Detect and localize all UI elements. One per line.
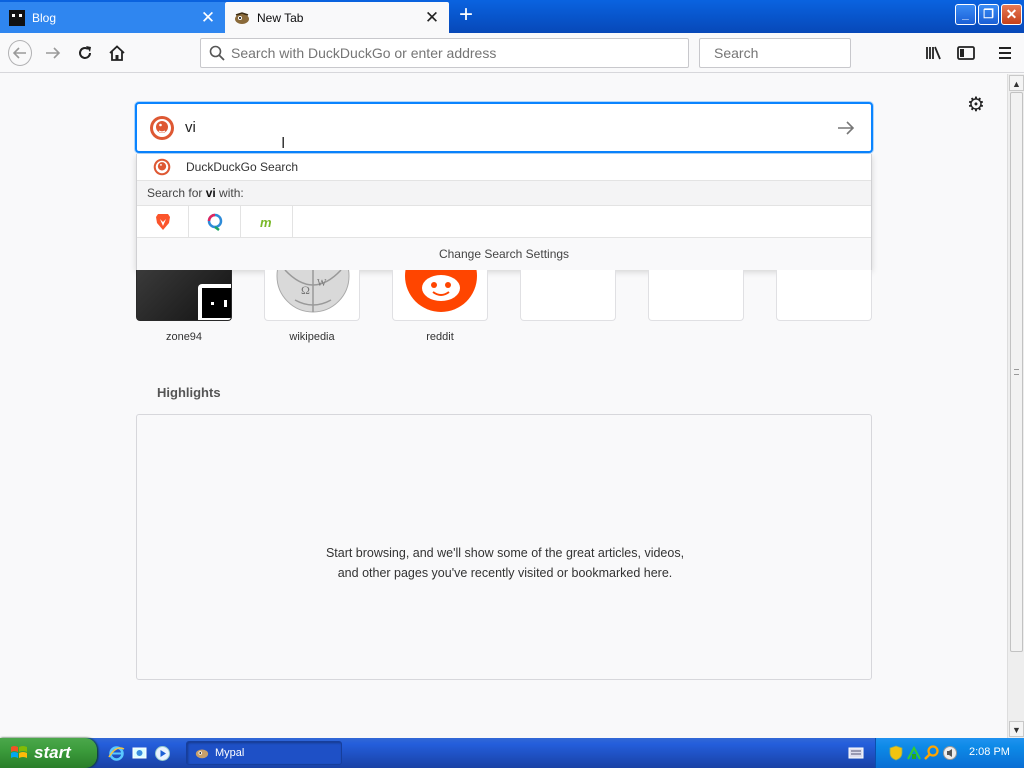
system-tray: 2:08 PM <box>875 738 1024 768</box>
media-player-icon[interactable] <box>154 745 171 762</box>
windows-flag-icon <box>11 746 27 758</box>
svg-text:m: m <box>260 215 272 229</box>
top-site-tile-reddit[interactable] <box>392 270 488 321</box>
start-label: start <box>34 743 71 762</box>
top-site-label: reddit <box>426 331 454 343</box>
search-tray-icon[interactable] <box>924 745 940 761</box>
security-shield-icon[interactable] <box>888 745 904 761</box>
new-tab-button[interactable]: + <box>454 3 478 28</box>
tab-new-tab[interactable]: New Tab ✕ <box>225 2 449 33</box>
highlights-heading: Highlights <box>157 385 221 400</box>
library-icon <box>926 46 941 60</box>
newtab-search-box[interactable]: I <box>135 102 873 153</box>
scroll-up-arrow-icon[interactable]: ▲ <box>1009 75 1024 91</box>
mojeek-icon: m <box>260 215 272 229</box>
close-tab-icon[interactable]: ✕ <box>200 9 216 26</box>
svg-text:Ω: Ω <box>301 283 310 297</box>
tab-title: Blog <box>32 10 57 25</box>
address-bar[interactable] <box>200 38 689 68</box>
address-input[interactable] <box>231 45 688 61</box>
duckduckgo-icon <box>150 115 174 140</box>
navigation-toolbar <box>0 33 1024 73</box>
zone94-logo-icon <box>198 284 231 320</box>
back-arrow-icon <box>13 47 26 59</box>
qwant-icon <box>207 213 222 231</box>
text-cursor-icon: I <box>281 135 286 152</box>
search-for-prefix: Search for <box>147 186 206 200</box>
engine-qwant-button[interactable] <box>189 205 241 238</box>
home-icon <box>109 45 125 61</box>
menu-button[interactable] <box>993 41 1017 65</box>
close-window-button[interactable]: ✕ <box>1001 4 1022 25</box>
search-for-suffix: with: <box>215 186 244 200</box>
blog-favicon-icon <box>9 9 25 26</box>
scroll-down-arrow-icon[interactable]: ▼ <box>1009 721 1024 737</box>
sidebar-icon <box>957 46 975 60</box>
arrow-right-icon <box>838 120 855 135</box>
sidebar-toggle-button[interactable] <box>954 41 978 65</box>
internet-explorer-icon[interactable] <box>108 745 125 762</box>
new-tab-page: ⚙ I DuckDuckGo Search Search for vi with… <box>0 74 1007 738</box>
search-icon <box>209 45 225 61</box>
start-button[interactable]: start <box>0 738 97 768</box>
change-search-settings-button[interactable]: Change Search Settings <box>137 238 871 270</box>
tab-blog[interactable]: Blog ✕ <box>0 2 225 33</box>
tab-title: New Tab <box>257 10 304 25</box>
search-bar[interactable] <box>699 38 895 68</box>
svg-text:W: W <box>317 278 327 289</box>
search-suggestions-dropdown: DuckDuckGo Search Search for vi with: m … <box>136 154 872 270</box>
forward-arrow-icon <box>46 47 61 59</box>
mypal-favicon-icon <box>195 749 209 759</box>
hamburger-menu-icon <box>999 47 1011 59</box>
home-button[interactable] <box>105 41 129 65</box>
reload-button[interactable] <box>73 41 97 65</box>
network-icon[interactable] <box>906 745 922 761</box>
minimize-button[interactable]: _ <box>955 4 976 25</box>
default-engine-row[interactable]: DuckDuckGo Search <box>137 154 871 181</box>
settings-gear-icon[interactable]: ⚙ <box>965 95 987 117</box>
back-button[interactable] <box>8 40 32 66</box>
wikipedia-globe-icon: Ω W <box>276 270 350 313</box>
top-site-label: zone94 <box>165 331 203 343</box>
taskbar-item-mypal[interactable]: Mypal <box>186 741 342 765</box>
volume-icon[interactable] <box>942 745 958 761</box>
top-site-empty-slot <box>648 270 744 321</box>
forward-button[interactable] <box>41 41 65 65</box>
highlights-empty-message: Start browsing, and we'll show some of t… <box>325 546 685 580</box>
tab-strip: Blog ✕ New Tab ✕ + _ ❐ ✕ <box>0 0 1024 33</box>
search-input[interactable] <box>714 45 895 61</box>
show-desktop-icon[interactable] <box>131 745 148 762</box>
top-site-empty-slot <box>520 270 616 321</box>
top-site-tile-wikipedia[interactable]: Ω W <box>264 270 360 321</box>
highlights-section: Start browsing, and we'll show some of t… <box>136 414 872 680</box>
search-for-term: vi <box>205 186 216 200</box>
engine-mojeek-button[interactable]: m <box>241 205 293 238</box>
top-site-label: wikipedia <box>289 331 335 343</box>
restore-button[interactable]: ❐ <box>978 4 999 25</box>
library-button[interactable] <box>922 41 946 65</box>
clock: 2:08 PM <box>969 746 1010 758</box>
search-for-header: Search for vi with: <box>137 181 871 206</box>
one-off-engines: m <box>137 205 871 238</box>
brave-icon <box>155 213 170 230</box>
duckduckgo-icon <box>153 158 171 176</box>
vertical-scrollbar[interactable]: ▲ ▼ <box>1007 74 1024 738</box>
close-tab-icon[interactable]: ✕ <box>424 9 440 26</box>
top-site-empty-slot <box>776 270 872 321</box>
windows-taskbar: start Mypal 2:08 PM <box>0 738 1024 768</box>
search-submit-button[interactable] <box>833 115 859 141</box>
engine-label: DuckDuckGo Search <box>186 160 299 174</box>
reddit-alien-icon <box>405 270 477 312</box>
top-site-tile-zone94[interactable] <box>136 270 232 321</box>
engine-brave-button[interactable] <box>137 205 189 238</box>
scrollbar-thumb[interactable] <box>1010 92 1023 652</box>
keyboard-language-icon[interactable] <box>848 746 864 760</box>
newtab-search-input[interactable] <box>185 119 833 136</box>
mypal-favicon-icon <box>235 11 249 24</box>
taskbar-item-label: Mypal <box>215 747 245 759</box>
reload-icon <box>79 46 91 59</box>
